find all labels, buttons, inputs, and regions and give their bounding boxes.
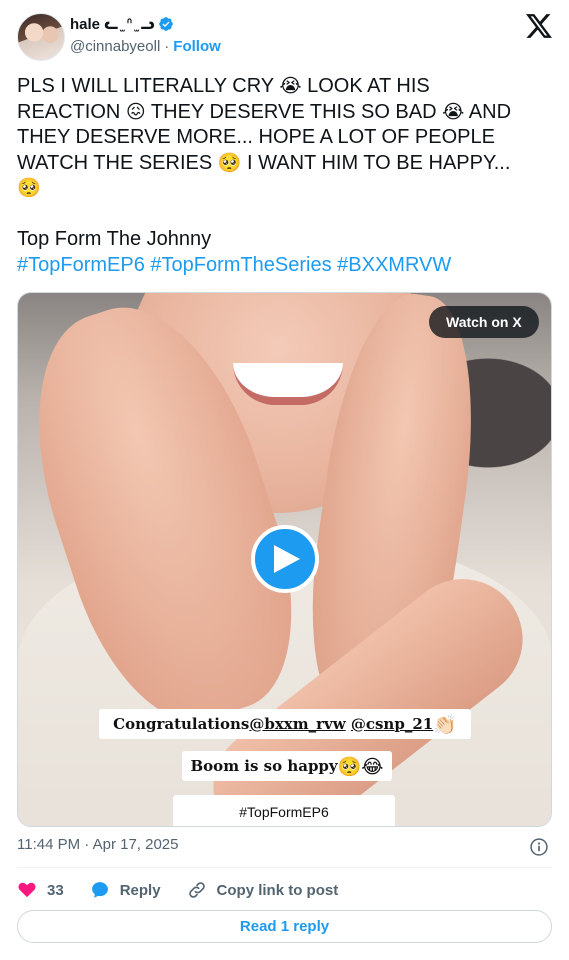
hashtag-link[interactable]: #TopFormTheSeries [150,254,331,276]
avatar[interactable] [17,13,65,61]
video-caption-congratulations: Congratulations @bxxm_rvw @csnp_21 👏🏻 [99,709,471,739]
tweet-text-fragment: PLS I WILL LITERALLY CRY [17,75,280,97]
x-logo-icon[interactable] [526,14,552,38]
follow-button[interactable]: Follow [173,38,221,55]
caption-mention: @bxxm_rvw [249,715,346,733]
tweet-text-fragment: LOOK AT HIS [301,75,430,97]
author-handle[interactable]: @cinnabyeoll [70,38,160,55]
loudly-crying-emoji-icon: 😭 [442,100,465,123]
reply-bubble-icon [91,882,108,898]
author-name[interactable]: hale ᓚ ̫̫ ᐢ ̫̫ ᓗ [70,15,155,33]
play-icon [274,545,300,573]
separator-dot: · [164,38,170,55]
video-caption-boom: Boom is so happy 🥺😂 [182,751,392,781]
link-icon [188,882,205,898]
video-media[interactable]: Watch on X Congratulations @bxxm_rvw @cs… [17,292,552,827]
play-button[interactable] [251,525,319,593]
heart-icon [18,882,36,898]
like-button[interactable]: 33 [17,880,64,900]
pleading-face-emoji-icon: 🥺 [217,151,242,174]
hashtag-row: #TopFormEP6 #TopFormTheSeries #BXXMRVW [17,253,553,279]
reply-button[interactable]: Reply [90,880,161,900]
copy-link-button[interactable]: Copy link to post [187,880,339,900]
line-spacer [17,202,553,228]
confounded-face-emoji-icon: 😖 [125,100,146,123]
tweet-line: THEY DESERVE MORE... HOPE A LOT OF PEOPL… [17,126,495,148]
watch-on-x-button[interactable]: Watch on X [429,306,539,338]
loudly-crying-emoji-icon: 😭 [279,75,302,97]
action-bar: 33 Reply Copy link to post [17,878,364,902]
tweet-embed: hale ᓚ ̫̫ ᐢ ̫̫ ᓗ @cinnabyeoll · Follow P… [0,0,569,960]
clapping-hands-emoji-icon: 👏🏻 [433,713,457,736]
tweet-subtitle: Top Form The Johnny [17,228,212,250]
tweet-text-fragment: THEY DESERVE THIS SO BAD [145,100,443,123]
tweet-text: PLS I WILL LITERALLY CRY 😭 LOOK AT HIS R… [17,74,553,278]
tweet-line: 🥺 [17,176,553,202]
tweet-text-fragment: AND [464,100,512,123]
tweet-text-fragment: WATCH THE SERIES [17,151,218,174]
video-caption-hashtag: #TopFormEP6 [173,795,395,826]
like-count: 33 [47,881,64,899]
caption-text: Boom is so happy [190,757,338,775]
caption-mention: @csnp_21 [350,715,434,733]
author-name-row[interactable]: hale ᓚ ̫̫ ᐢ ̫̫ ᓗ [70,15,174,33]
tweet-line: WATCH THE SERIES 🥺 I WANT HIM TO BE HAPP… [17,151,553,177]
divider [17,867,552,868]
tweet-line: PLS I WILL LITERALLY CRY 😭 LOOK AT HIS [17,74,553,100]
verified-badge-icon [158,17,173,31]
read-replies-button[interactable]: Read 1 reply [17,910,552,943]
caption-text: Congratulations [113,715,250,733]
tweet-text-fragment: REACTION [17,100,126,123]
reply-label: Reply [119,881,161,899]
hashtag-link[interactable]: #TopFormEP6 [17,254,145,276]
copy-link-label: Copy link to post [216,881,339,899]
hashtag-link[interactable]: #BXXMRVW [337,254,451,276]
tweet-line: REACTION 😖 THEY DESERVE THIS SO BAD 😭 AN… [17,100,553,126]
author-handle-row: @cinnabyeoll · Follow [70,38,221,55]
timestamp[interactable]: 11:44 PM · Apr 17, 2025 [17,836,179,853]
pleading-laughing-emoji-icon: 🥺😂 [337,755,384,778]
pleading-face-emoji-icon: 🥺 [17,177,41,199]
tweet-text-fragment: I WANT HIM TO BE HAPPY... [241,151,511,174]
info-icon[interactable] [529,837,549,857]
